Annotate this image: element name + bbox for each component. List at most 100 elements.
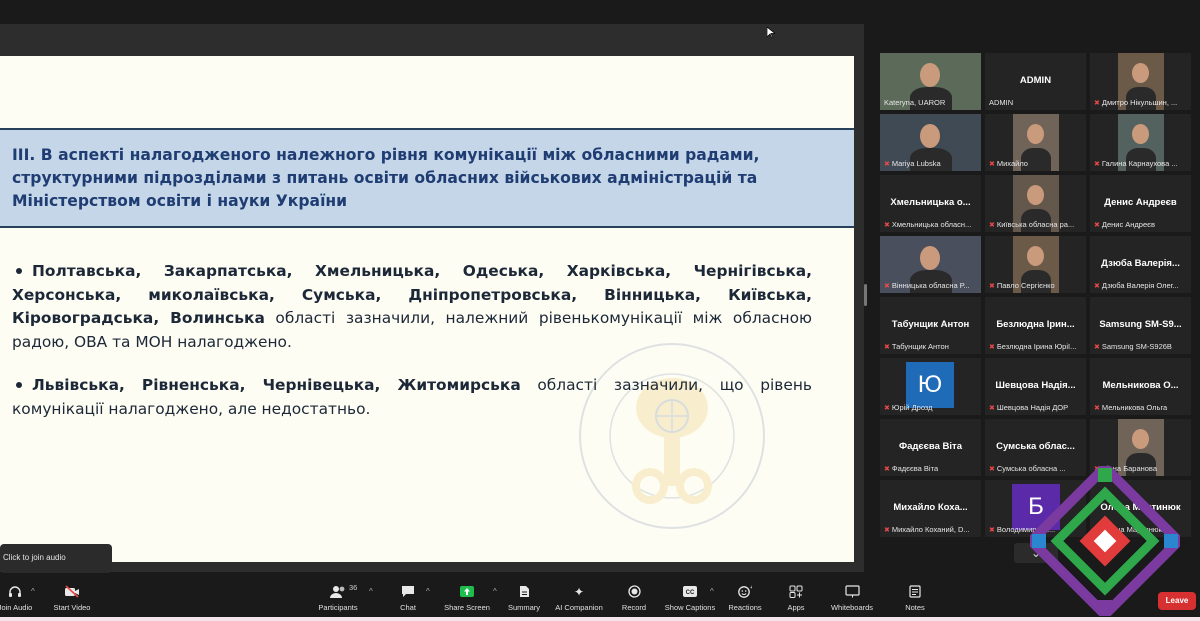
participant-head [1132, 124, 1149, 144]
slide-heading: III. В аспекті налагодженого належного р… [12, 146, 760, 210]
ai-companion-label: AI Companion [555, 603, 603, 612]
join-audio-tooltip: Click to join audio [0, 544, 112, 573]
participant-display-name: Шевцова Надія... [995, 380, 1076, 391]
participant-tile[interactable]: Дзюба Валерія... ✖ Дзюба Валерія Олег... [1090, 236, 1191, 293]
participant-display-name: Михайло Коха... [893, 502, 968, 513]
participant-tile[interactable]: ✖ Mariya Lubska [880, 114, 981, 171]
participant-name-label: ✖ Samsung SM-S926B [1094, 342, 1172, 351]
record-icon [626, 585, 642, 599]
reactions-label: Reactions [728, 603, 762, 612]
participant-name-label: ✖ Фадєєва Віта [884, 464, 938, 473]
participant-name-label: ✖ Табунщик Антон [884, 342, 949, 351]
participant-label-text: Mariya Lubska [891, 159, 941, 168]
notes-button[interactable]: Notes [880, 585, 950, 612]
headphones-icon [7, 585, 23, 599]
participant-head [1132, 429, 1149, 449]
whiteboards-label: Whiteboards [830, 603, 874, 612]
participant-label-text: Шевцова Надія ДОР [996, 403, 1069, 412]
participant-label-text: ADMIN [989, 98, 1014, 107]
whiteboards-button[interactable]: Whiteboards [817, 585, 887, 612]
participant-name-label: ✖ Юрій Дрозд [884, 403, 933, 412]
mic-muted-icon: ✖ [884, 405, 890, 412]
participant-head [1027, 124, 1044, 144]
participant-label-text: Kateryna, UAROR [884, 98, 946, 107]
participant-label-text: Samsung SM-S926B [1101, 342, 1172, 351]
mic-muted-icon: ✖ [1094, 405, 1100, 412]
participant-tile[interactable]: ✖ Київська обласна ра... [985, 175, 1086, 232]
participant-name-label: ✖ Хмельницька обласн... [884, 220, 971, 229]
meeting-toolbar: Join Audio ^ Start Video Participants 36… [0, 581, 1200, 621]
participant-tile[interactable]: Денис Андреєв ✖ Денис Андреєв [1090, 175, 1191, 232]
participant-tile[interactable]: Табунщик Антон ✖ Табунщик Антон [880, 297, 981, 354]
sparkle-icon: ✦ [573, 585, 585, 599]
participant-tile[interactable]: ADMIN ADMIN [985, 53, 1086, 110]
participant-display-name: Samsung SM-S9... [1099, 319, 1182, 330]
chat-caret-icon[interactable]: ^ [426, 587, 430, 596]
participant-display-name: Безлюдна Ірин... [996, 319, 1075, 330]
mouse-cursor-icon [767, 27, 775, 39]
participants-count: 36 [349, 583, 358, 592]
participant-tile[interactable]: ✖ Дмитро Нікульшин, ... [1090, 53, 1191, 110]
notes-icon [907, 585, 923, 599]
association-watermark-logo [579, 343, 765, 529]
panel-resize-handle[interactable] [864, 284, 867, 306]
participant-display-name: Фадєєва Віта [899, 441, 962, 452]
participants-button[interactable]: Participants [303, 585, 373, 612]
participant-display-name: Мельникова О... [1102, 380, 1179, 391]
apps-icon [788, 585, 804, 599]
leave-button[interactable]: Leave [1158, 592, 1196, 610]
start-video-button[interactable]: Start Video [37, 585, 107, 612]
mic-muted-icon: ✖ [884, 527, 890, 534]
bullet-dot-icon [16, 381, 22, 388]
participant-tile[interactable]: Фадєєва Віта ✖ Фадєєва Віта [880, 419, 981, 476]
participant-display-name: Дзюба Валерія... [1101, 258, 1180, 269]
mic-muted-icon: ✖ [884, 466, 890, 473]
participant-tile[interactable]: Безлюдна Ірин... ✖ Безлюдна Ірина Юрії... [985, 297, 1086, 354]
participant-tile[interactable]: Kateryna, UAROR [880, 53, 981, 110]
participant-name-label: ✖ Вінницька обласна Р... [884, 281, 970, 290]
participant-tile[interactable]: Мельникова О... ✖ Мельникова Ольга [1090, 358, 1191, 415]
mic-muted-icon: ✖ [884, 283, 890, 290]
presentation-slide: III. В аспекті налагодженого належного р… [0, 56, 854, 562]
participant-tile[interactable]: Ю ✖ Юрій Дрозд [880, 358, 981, 415]
participant-name-label: ✖ Шевцова Надія ДОР [989, 403, 1068, 412]
participant-display-name: Денис Андреєв [1104, 197, 1177, 208]
participant-name-label: ✖ Mariya Lubska [884, 159, 941, 168]
participant-name-label: ✖ Михайло [989, 159, 1028, 168]
svg-text:+: + [750, 585, 752, 591]
participant-tile[interactable]: Шевцова Надія... ✖ Шевцова Надія ДОР [985, 358, 1086, 415]
participant-tile[interactable]: ✖ Михайло [985, 114, 1086, 171]
join-audio-label: Join Audio [0, 603, 33, 612]
mic-muted-icon: ✖ [1094, 100, 1100, 107]
participant-name-label: ✖ Галина Карнаухова ... [1094, 159, 1178, 168]
record-label: Record [621, 603, 647, 612]
audio-options-caret-icon[interactable]: ^ [31, 587, 35, 596]
participant-label-text: Київська обласна ра... [996, 220, 1075, 229]
participant-tile[interactable]: ✖ Галина Карнаухова ... [1090, 114, 1191, 171]
show-captions-label: Show Captions [664, 603, 716, 612]
participant-tile[interactable]: ✖ Павло Сергієнко [985, 236, 1086, 293]
participant-label-text: Хмельницька обласн... [891, 220, 972, 229]
shared-screen[interactable]: III. В аспекті налагодженого належного р… [0, 24, 864, 572]
participant-name-label: ADMIN [989, 98, 1013, 107]
participant-label-text: Михайло [996, 159, 1028, 168]
participant-tile[interactable]: Хмельницька о... ✖ Хмельницька обласн... [880, 175, 981, 232]
participant-label-text: Мельникова Ольга [1101, 403, 1168, 412]
participant-name-label: Kateryna, UAROR [884, 98, 945, 107]
participant-display-name: ADMIN [1019, 75, 1052, 86]
mic-muted-icon: ✖ [989, 283, 995, 290]
window-bottom-strip [0, 617, 1200, 621]
mic-muted-icon: ✖ [1094, 161, 1100, 168]
whiteboard-icon [844, 585, 860, 599]
mic-muted-icon: ✖ [884, 344, 890, 351]
participant-tile[interactable]: ✖ Вінницька обласна Р... [880, 236, 981, 293]
participant-label-text: Павло Сергієнко [996, 281, 1055, 290]
captions-icon: CC [682, 585, 698, 599]
participant-tile[interactable]: Михайло Коха... ✖ Михайло Коханий, D... [880, 480, 981, 537]
participant-tile[interactable]: Samsung SM-S9... ✖ Samsung SM-S926B [1090, 297, 1191, 354]
participant-name-label: ✖ Мельникова Ольга [1094, 403, 1167, 412]
summary-label: Summary [507, 603, 541, 612]
participant-label-text: Дмитро Нікульшин, ... [1101, 98, 1178, 107]
chat-icon [400, 585, 416, 599]
start-video-label: Start Video [53, 603, 91, 612]
